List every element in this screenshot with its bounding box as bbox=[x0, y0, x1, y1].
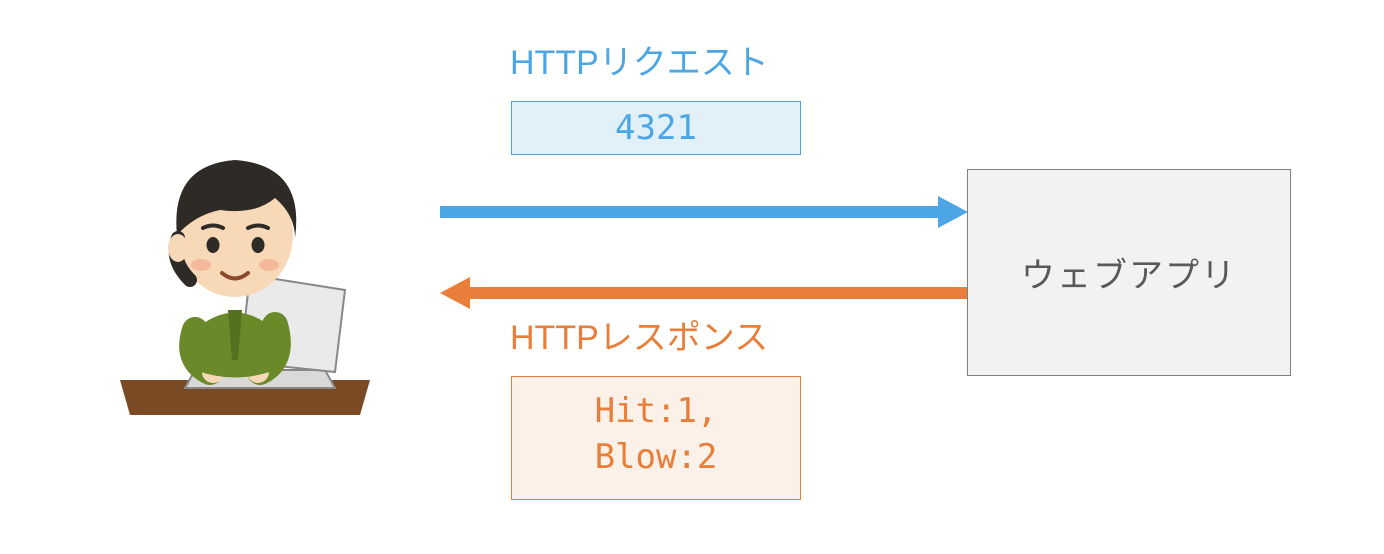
http-request-label: HTTPリクエスト bbox=[510, 35, 769, 84]
http-response-label: HTTPレスポンス bbox=[510, 310, 768, 359]
response-line-1: Hit:1, bbox=[595, 391, 718, 431]
response-arrow-icon bbox=[468, 287, 968, 299]
http-response-payload: Hit:1, Blow:2 bbox=[511, 376, 801, 500]
request-arrow-icon bbox=[440, 206, 940, 218]
diagram-canvas: HTTPリクエスト 4321 HTTPレスポンス Hit:1, Blow:2 ウ… bbox=[0, 0, 1384, 554]
http-request-payload: 4321 bbox=[511, 101, 801, 155]
web-app-label: ウェブアプリ bbox=[1021, 248, 1237, 297]
web-app-box: ウェブアプリ bbox=[967, 169, 1291, 376]
response-line-2: Blow:2 bbox=[595, 437, 718, 477]
user-laptop-icon bbox=[100, 120, 390, 420]
